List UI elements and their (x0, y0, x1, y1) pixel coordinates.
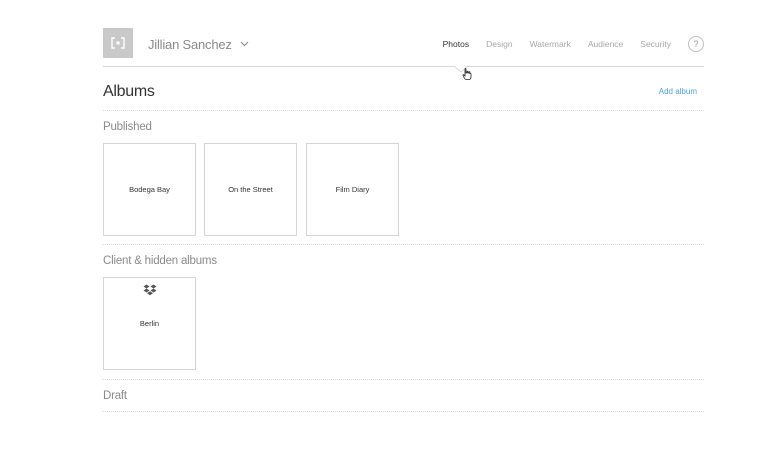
header: Jillian Sanchez Photos Design Watermark … (103, 28, 704, 80)
page-title: Albums (103, 83, 155, 100)
album-name: Berlin (139, 319, 160, 328)
help-icon[interactable]: ? (688, 36, 704, 52)
album-name: Film Diary (335, 185, 370, 194)
user-menu[interactable]: Jillian Sanchez (148, 35, 249, 53)
tab-audience[interactable]: Audience (588, 39, 623, 49)
user-name: Jillian Sanchez (148, 36, 232, 52)
album-card[interactable]: Film Diary (306, 143, 399, 236)
hand-cursor-icon (462, 68, 472, 80)
section-label-client-hidden: Client & hidden albums (103, 255, 217, 267)
tab-security[interactable]: Security (640, 39, 671, 49)
tab-photos[interactable]: Photos (443, 39, 469, 49)
divider (103, 379, 704, 380)
album-card[interactable]: Berlin (103, 277, 196, 370)
logo-bracket-icon (111, 37, 125, 49)
page: Jillian Sanchez Photos Design Watermark … (103, 0, 704, 450)
section-label-draft: Draft (103, 390, 127, 402)
chevron-down-icon (240, 41, 249, 47)
section-label-published: Published (103, 121, 152, 133)
tab-design[interactable]: Design (486, 39, 512, 49)
album-card[interactable]: Bodega Bay (103, 143, 196, 236)
divider (103, 244, 704, 245)
divider (103, 411, 704, 412)
dropbox-icon (143, 284, 157, 296)
logo[interactable] (103, 28, 133, 58)
header-divider (103, 66, 704, 67)
divider (103, 110, 704, 111)
album-name: On the Street (228, 185, 273, 194)
main-nav: Photos Design Watermark Audience Securit… (426, 35, 704, 53)
tab-watermark[interactable]: Watermark (530, 39, 571, 49)
add-album-link[interactable]: Add album (659, 87, 697, 96)
album-name: Bodega Bay (129, 185, 170, 194)
album-card[interactable]: On the Street (204, 143, 297, 236)
